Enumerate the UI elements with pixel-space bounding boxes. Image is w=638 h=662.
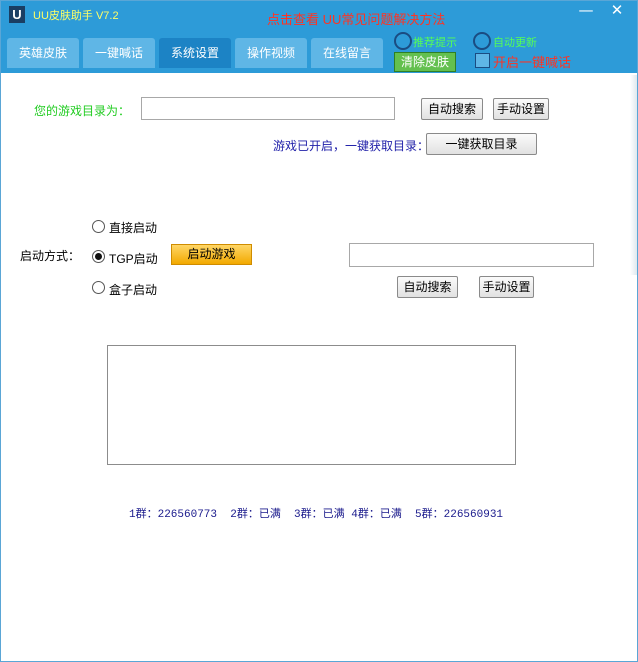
onekey-dir-hint: 游戏已开启，一键获取目录：	[273, 139, 430, 153]
launch-game-button[interactable]: 启动游戏	[171, 244, 252, 265]
auto-search-button-2[interactable]: 自动搜索	[397, 276, 458, 298]
start-mode-label: 启动方式：	[20, 249, 81, 263]
side-scroll-edge	[630, 75, 637, 275]
auto-update-radio[interactable]	[473, 32, 491, 50]
auto-search-button[interactable]: 自动搜索	[421, 98, 483, 120]
one-key-shout-label: 开启一键喊话	[493, 55, 572, 70]
start-tgp-label: TGP启动	[109, 252, 158, 266]
recommend-tip-radio[interactable]	[394, 32, 412, 50]
start-direct-radio[interactable]	[92, 220, 105, 233]
app-title: UU皮肤助手 V7.2	[33, 10, 119, 22]
manual-set-button[interactable]: 手动设置	[493, 98, 549, 120]
manual-set-button-2[interactable]: 手动设置	[479, 276, 534, 298]
tab-tutorial-video[interactable]: 操作视频	[235, 38, 307, 68]
app-logo-icon: U	[9, 6, 25, 23]
tab-system-settings[interactable]: 系统设置	[159, 38, 231, 68]
game-dir-input[interactable]	[141, 97, 395, 120]
tgp-path-input[interactable]	[349, 243, 594, 267]
close-icon[interactable]: ✕	[599, 1, 635, 21]
onekey-get-dir-button[interactable]: 一键获取目录	[426, 133, 537, 155]
start-box-radio[interactable]	[92, 281, 105, 294]
game-dir-label: 您的游戏目录为：	[34, 104, 131, 118]
log-textarea[interactable]	[107, 345, 516, 465]
tab-one-key-shout[interactable]: 一键喊话	[83, 38, 155, 68]
title-bar: U UU皮肤助手 V7.2 点击查看 UU常见问题解决方法 — ✕ 英雄皮肤 一…	[1, 1, 637, 73]
start-direct-label: 直接启动	[109, 221, 158, 235]
auto-update-label: 自动更新	[493, 37, 537, 49]
start-tgp-radio[interactable]	[92, 250, 105, 263]
qq-groups-text: 1群：226560773 2群：已满 3群：已满 4群：已满 5群：226560…	[129, 509, 504, 521]
tab-hero-skin[interactable]: 英雄皮肤	[7, 38, 79, 68]
start-box-label: 盒子启动	[109, 283, 158, 297]
clear-skin-button[interactable]: 清除皮肤	[394, 52, 456, 72]
app-window: U UU皮肤助手 V7.2 点击查看 UU常见问题解决方法 — ✕ 英雄皮肤 一…	[0, 0, 638, 662]
tab-online-message[interactable]: 在线留言	[311, 38, 383, 68]
one-key-shout-checkbox[interactable]	[475, 53, 490, 68]
faq-link[interactable]: 点击查看 UU常见问题解决方法	[267, 9, 445, 28]
recommend-tip-label: 推荐提示	[413, 37, 457, 49]
